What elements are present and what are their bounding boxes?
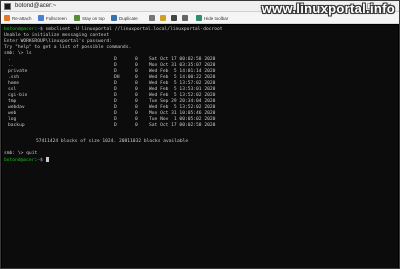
smb-prompt: smb: \> <box>4 151 24 156</box>
prompt-path: ~ <box>37 158 40 163</box>
hide-toolbar-icon <box>196 15 202 21</box>
terminal-output[interactable]: botond@acer:~$ smbclient -U linuxportal … <box>2 25 398 268</box>
ls-command: ls <box>26 51 32 56</box>
entry-attributes: D <box>114 123 117 128</box>
terminal-icon <box>4 3 11 10</box>
blocks-summary: 57411424 blocks of size 1024. 20811032 b… <box>36 139 189 144</box>
prompt-user: botond@acer <box>4 27 35 32</box>
entry-date: Sat Oct 17 00:02:58 2020 <box>149 123 216 128</box>
reattach-icon <box>4 15 10 21</box>
window-title: botond@acer:~ <box>15 3 57 9</box>
reattach-label: Re-attach <box>12 15 32 21</box>
event-log-icon <box>160 15 166 21</box>
watermark-logo: www.linuxportal.info <box>261 1 395 16</box>
duplicate-button[interactable]: Duplicate <box>111 13 138 23</box>
reattach-button[interactable]: Re-attach <box>4 13 32 23</box>
final-prompt-line: botond@acer:~$ <box>4 157 49 163</box>
keyboard-icon <box>171 15 177 21</box>
settings-icon <box>149 15 155 21</box>
entry-name: backup <box>8 123 25 128</box>
command-text: smbclient -U linuxportal //linuxportal.l… <box>45 27 223 32</box>
terminal-window: botond@acer:~ – □ ✕ Re-attach Fullscreen… <box>0 0 400 269</box>
mouse-icon <box>182 15 188 21</box>
fullscreen-label: Fullscreen <box>46 15 67 21</box>
duplicate-icon <box>111 15 117 21</box>
prompt-user: botond@acer <box>4 158 35 163</box>
prompt-path: ~ <box>37 27 40 32</box>
pin-icon <box>74 15 80 21</box>
smb-prompt: smb: \> <box>4 51 24 56</box>
quit-command: quit <box>26 151 38 156</box>
text-cursor <box>45 157 49 162</box>
hide-toolbar-label: Hide toolbar <box>204 15 229 21</box>
mouse-button[interactable] <box>182 13 190 23</box>
fullscreen-button[interactable]: Fullscreen <box>38 13 67 23</box>
hide-toolbar-button[interactable]: Hide toolbar <box>196 13 228 23</box>
duplicate-label: Duplicate <box>119 15 138 21</box>
stay-on-top-label: Stay on top <box>82 15 105 21</box>
entry-size: 0 <box>135 123 138 128</box>
stay-on-top-button[interactable]: Stay on top <box>74 13 105 23</box>
fullscreen-icon <box>38 15 44 21</box>
settings-button[interactable] <box>149 13 157 23</box>
event-log-button[interactable] <box>160 13 168 23</box>
keyboard-button[interactable] <box>171 13 179 23</box>
